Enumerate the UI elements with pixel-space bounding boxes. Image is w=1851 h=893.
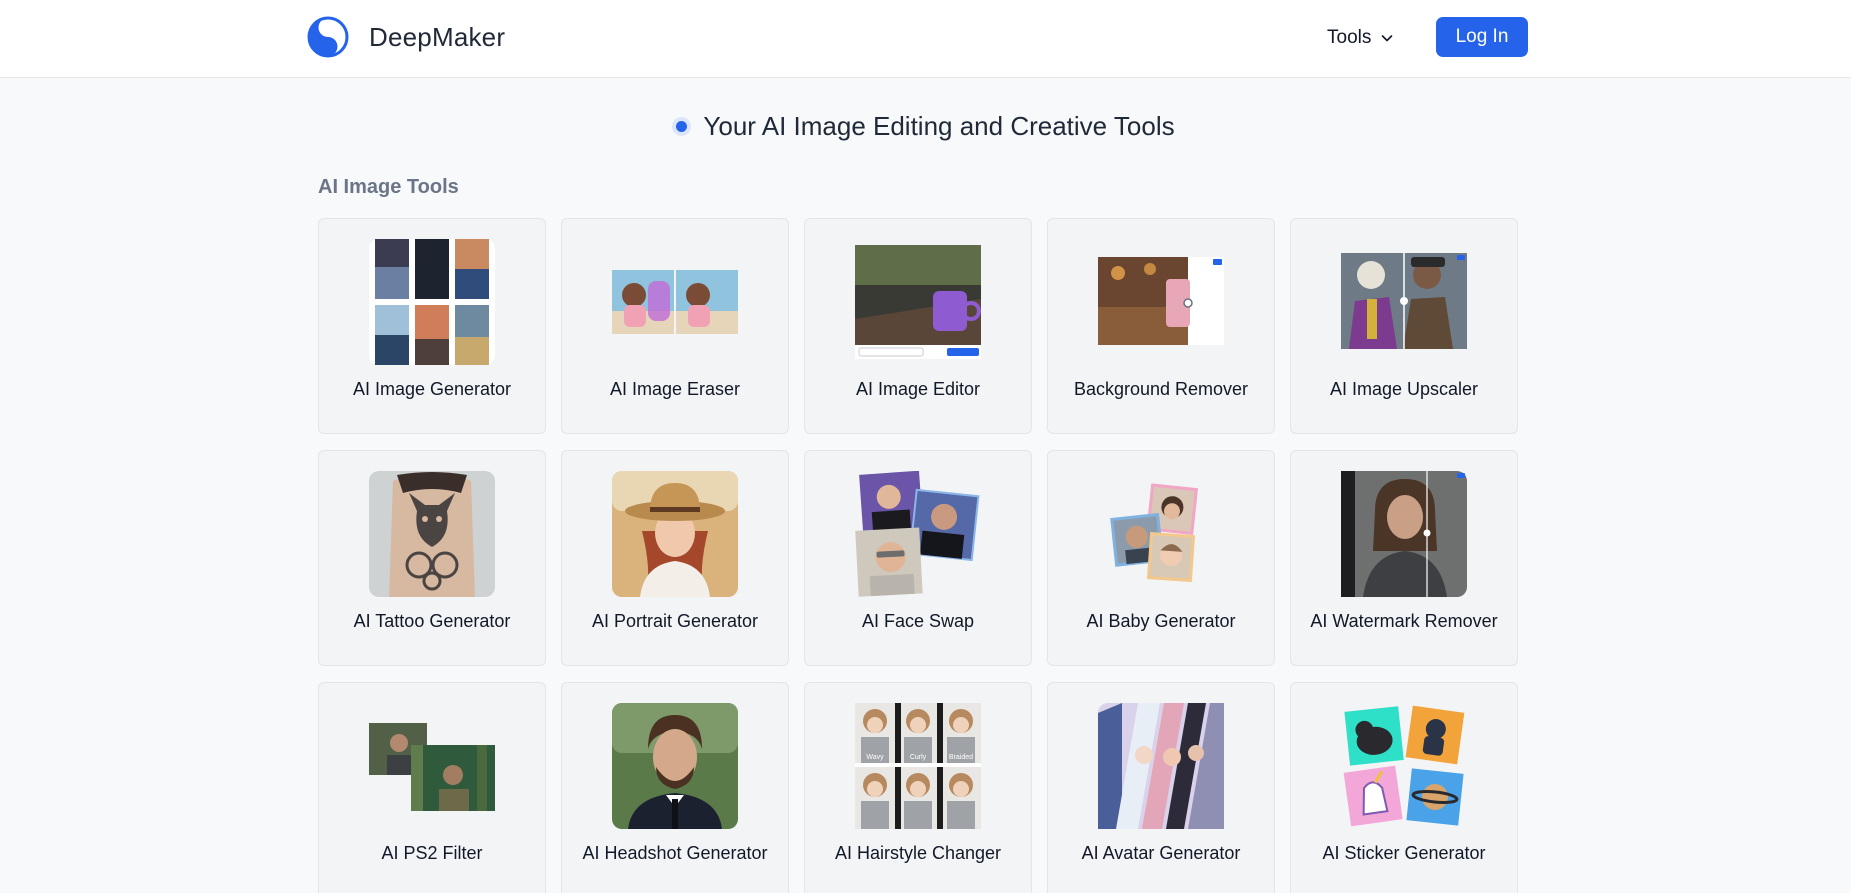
top-navbar: DeepMaker Tools Log In [0,0,1851,78]
dot-icon [676,120,688,132]
tattoo-generator-thumbnail [369,471,495,597]
section-title: AI Image Tools [318,176,459,198]
image-upscaler-thumbnail [1341,239,1467,365]
tool-card-ai-sticker-generator[interactable]: AI Sticker Generator [1290,682,1518,893]
tools-dropdown-label: Tools [1327,27,1372,48]
tool-card-ai-ps2-filter[interactable]: AI PS2 Filter [318,682,546,893]
hairstyle-tag: Wavy [866,754,884,761]
hero-text: Your AI Image Editing and Creative Tools [703,110,1175,141]
tool-card-ai-tattoo-generator[interactable]: AI Tattoo Generator [318,450,546,666]
tool-label: AI Tattoo Generator [353,611,511,631]
watermark-remover-thumbnail [1341,471,1467,597]
image-generator-thumbnail [369,239,495,365]
tool-label: AI Avatar Generator [1081,843,1241,863]
headshot-generator-thumbnail [612,703,738,829]
chevron-down-icon [1382,35,1393,42]
face-swap-thumbnail [855,471,981,597]
avatar-generator-thumbnail [1098,703,1224,829]
login-button[interactable]: Log In [1436,17,1528,57]
tool-card-ai-face-swap[interactable]: AI Face Swap [804,450,1032,666]
tool-label: AI Headshot Generator [582,843,768,863]
tool-card-background-remover[interactable]: Background Remover [1047,218,1275,434]
tool-label: AI Image Editor [855,379,981,399]
image-eraser-thumbnail [612,239,738,365]
baby-generator-thumbnail [1098,471,1224,597]
hairstyle-changer-thumbnail: Wavy Curly Braided [855,703,981,829]
brand-link[interactable]: DeepMaker [307,16,505,58]
tool-label: AI Baby Generator [1086,611,1236,631]
hairstyle-tag: Braided [949,754,973,761]
portrait-generator-thumbnail [612,471,738,597]
tool-card-ai-portrait-generator[interactable]: AI Portrait Generator [561,450,789,666]
tool-card-ai-avatar-generator[interactable]: AI Avatar Generator [1047,682,1275,893]
tools-dropdown[interactable]: Tools [1327,24,1395,52]
sticker-generator-thumbnail [1341,703,1467,829]
image-editor-thumbnail [855,239,981,365]
tool-label: AI Sticker Generator [1322,843,1486,863]
tool-label: Background Remover [1073,379,1249,399]
yin-yang-logo-icon [307,16,349,58]
hairstyle-tag: Curly [910,754,927,761]
tool-label: AI Portrait Generator [591,611,759,631]
tool-label: AI Image Generator [352,379,512,399]
hero-heading: Your AI Image Editing and Creative Tools [0,106,1851,146]
tool-card-ai-image-generator[interactable]: AI Image Generator [318,218,546,434]
tool-label: AI Image Upscaler [1329,379,1479,399]
tool-label: AI Watermark Remover [1310,611,1498,631]
background-remover-thumbnail [1098,239,1224,365]
tool-card-ai-hairstyle-changer[interactable]: Wavy Curly Braided AI Hairstyle Changer [804,682,1032,893]
tool-card-ai-image-upscaler[interactable]: AI Image Upscaler [1290,218,1518,434]
ps2-filter-thumbnail [369,703,495,829]
tool-label: AI Hairstyle Changer [834,843,1002,863]
tool-card-ai-baby-generator[interactable]: AI Baby Generator [1047,450,1275,666]
tools-grid: AI Image Generator AI Image Eraser AI Im… [318,218,1518,893]
brand-name: DeepMaker [369,21,506,52]
tool-label: AI Face Swap [861,611,975,631]
tool-card-ai-headshot-generator[interactable]: AI Headshot Generator [561,682,789,893]
tool-card-ai-image-eraser[interactable]: AI Image Eraser [561,218,789,434]
tool-label: AI Image Eraser [609,379,741,399]
tool-card-ai-image-editor[interactable]: AI Image Editor [804,218,1032,434]
tool-card-ai-watermark-remover[interactable]: AI Watermark Remover [1290,450,1518,666]
tool-label: AI PS2 Filter [381,843,483,863]
